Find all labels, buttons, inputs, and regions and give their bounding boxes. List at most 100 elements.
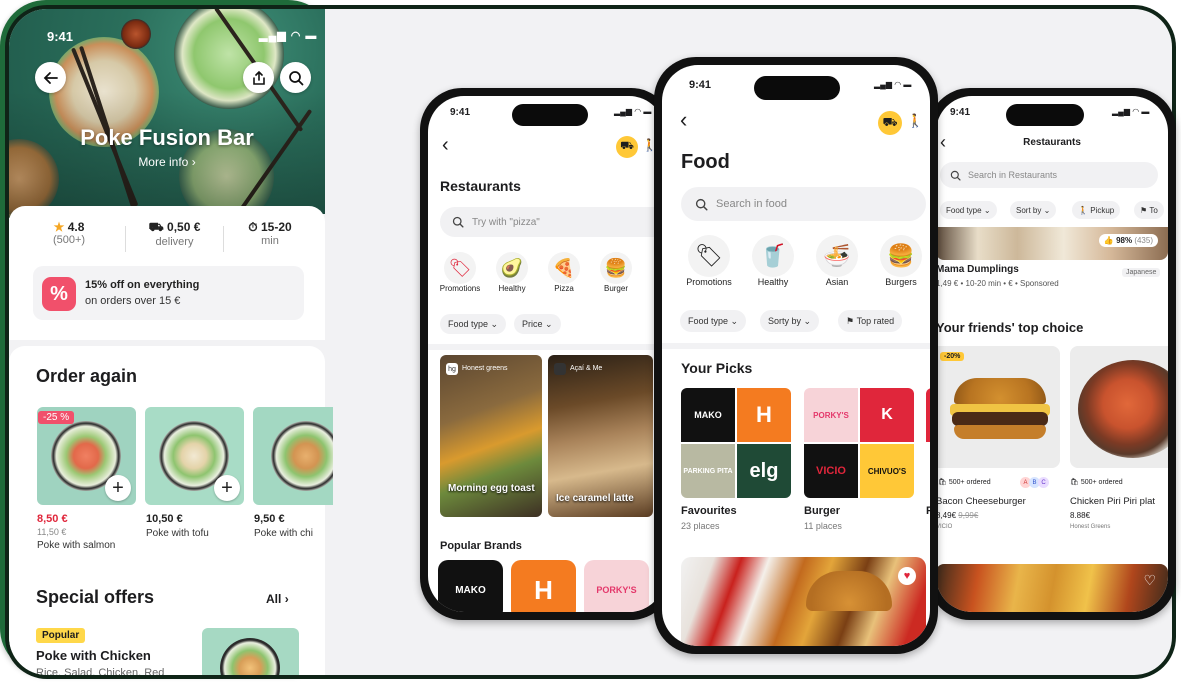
rating-count: (500+) bbox=[52, 234, 86, 246]
divider bbox=[125, 226, 126, 252]
order-item-image[interactable] bbox=[253, 407, 333, 505]
heart-icon[interactable]: ♡ bbox=[1143, 572, 1156, 589]
category-promotions[interactable]: 🏷 Promotions bbox=[680, 235, 738, 287]
discount-badge: -20% bbox=[940, 352, 965, 361]
back-button[interactable]: ‹ bbox=[680, 107, 687, 133]
restaurant-card[interactable]: hg Honest greens Morning egg toast bbox=[440, 355, 542, 517]
more-info-link[interactable]: More info › bbox=[9, 155, 325, 169]
rating-count: (435) bbox=[1134, 236, 1153, 245]
brand-tile-mako[interactable]: MAKO bbox=[438, 560, 503, 612]
divider bbox=[223, 226, 224, 252]
phone-restaurants-feed: 9:41 ▂▄▆ ◠ ▬ ‹ Restaurants Search in Res… bbox=[928, 88, 1176, 620]
item-price: 9,50 € bbox=[254, 513, 285, 525]
scooter-icon: ⛟ bbox=[882, 115, 898, 129]
filter-price[interactable]: Price ⌄ bbox=[514, 314, 561, 334]
status-icons: ▂▄▆ ◠ ▬ bbox=[1112, 107, 1150, 116]
brand-tile-mako: MAKO bbox=[681, 388, 735, 442]
search-icon bbox=[950, 170, 961, 181]
page-title: Restaurants bbox=[1023, 137, 1081, 148]
delivery-time-value: 15-20 bbox=[261, 220, 292, 234]
delivery-time-stat[interactable]: ⏱ 15-20 min bbox=[225, 220, 315, 247]
rating-stat[interactable]: ★ 4.8 (500+) bbox=[29, 220, 109, 246]
restaurant-banner-image[interactable]: ♡ bbox=[936, 564, 1168, 612]
filter-label: Sorty by bbox=[768, 316, 802, 326]
pickup-mode-toggle[interactable]: 🚶 bbox=[907, 113, 923, 129]
delivery-fee-label: delivery bbox=[155, 236, 194, 248]
filter-top-rated[interactable]: ⚑ Top rated bbox=[838, 310, 903, 332]
chevron-down-icon: ⌄ bbox=[803, 315, 812, 326]
delivery-fee-stat[interactable]: ⛟ 0,50 € delivery bbox=[127, 220, 222, 248]
brand-tile-vicio: VICIO bbox=[804, 444, 858, 498]
brand-tile-porkys[interactable]: PORKY'S bbox=[584, 560, 649, 612]
rating-badge: 👍 98% (435) bbox=[1098, 234, 1158, 247]
ordered-label: 500+ ordered bbox=[948, 479, 991, 486]
share-button[interactable] bbox=[243, 62, 274, 93]
search-input[interactable]: Search in food bbox=[681, 187, 926, 221]
old-price-value: 9,99€ bbox=[958, 511, 979, 520]
add-button[interactable]: + bbox=[105, 475, 131, 501]
back-button[interactable] bbox=[35, 62, 66, 93]
category-promotions[interactable]: 🏷 Promotions bbox=[438, 252, 482, 293]
chevron-down-icon: ⌄ bbox=[983, 205, 991, 215]
pick-collage-favourites[interactable]: MAKO H PARKING PITA elg bbox=[681, 388, 793, 500]
heart-icon[interactable]: ♥ bbox=[898, 567, 916, 585]
see-all-link[interactable]: All › bbox=[266, 592, 289, 606]
category-burger[interactable]: 🍔 Burger bbox=[594, 252, 638, 293]
menu-item-image[interactable] bbox=[1070, 346, 1168, 468]
status-time: 9:41 bbox=[450, 107, 471, 118]
filter-sort-by[interactable]: Sorty by ⌄ bbox=[760, 310, 820, 332]
popular-brands-title: Popular Brands bbox=[440, 540, 522, 552]
search-input[interactable]: Try with "pizza" bbox=[440, 207, 665, 237]
filter-pickup[interactable]: 🚶 Pickup bbox=[1072, 201, 1121, 219]
status-time: 9:41 bbox=[950, 107, 971, 118]
search-button[interactable] bbox=[280, 62, 311, 93]
brand-tile-porkys: PORKY'S bbox=[804, 388, 858, 442]
search-input[interactable]: Search in Restaurants bbox=[940, 162, 1158, 188]
price-value: 8,49€ bbox=[936, 511, 957, 520]
filter-food-type[interactable]: Food type ⌄ bbox=[440, 314, 507, 334]
filter-sort-by[interactable]: Sort by ⌄ bbox=[1010, 201, 1057, 219]
category-label: Promotions bbox=[686, 277, 732, 287]
category-asian[interactable]: 🍜 Asian bbox=[808, 235, 866, 287]
pick-collage-peek[interactable] bbox=[926, 388, 930, 442]
add-button[interactable]: + bbox=[214, 475, 240, 501]
back-button[interactable]: ‹ bbox=[442, 134, 449, 157]
filter-food-type[interactable]: Food type ⌄ bbox=[940, 201, 997, 219]
restaurant-card[interactable]: Açaí & Me Ice caramel latte bbox=[548, 355, 653, 517]
search-icon bbox=[288, 70, 303, 85]
menu-item-image[interactable] bbox=[936, 346, 1060, 468]
delivery-mode-toggle[interactable]: ⛟ bbox=[878, 111, 902, 135]
category-healthy[interactable]: 🥤 Healthy bbox=[744, 235, 802, 287]
rating-value: 4.8 bbox=[67, 220, 85, 234]
restaurant-banner-image[interactable]: ♥ bbox=[681, 557, 926, 646]
phone-food-category: 9:41 ▂▄▆ ◠ ▬ ‹ ⛟ 🚶 Food Search in food 🏷… bbox=[654, 57, 938, 654]
category-healthy[interactable]: 🥑 Healthy bbox=[490, 252, 534, 293]
ramen-icon: 🍜 bbox=[816, 235, 858, 277]
delivery-mode-toggle[interactable]: ⛟ bbox=[616, 136, 638, 158]
burger-bun-image bbox=[954, 425, 1046, 439]
filter-label: Top rated bbox=[856, 316, 895, 326]
pick-collage-burger[interactable]: PORKY'S K VICIO CHIVUO'S bbox=[804, 388, 916, 500]
page-title: Restaurants bbox=[440, 178, 521, 194]
search-placeholder: Search in food bbox=[716, 198, 787, 210]
featured-restaurant-image[interactable]: 👍 98% (435) bbox=[936, 227, 1168, 260]
pick-name: Favourites bbox=[681, 505, 737, 517]
category-burgers[interactable]: 🍔 Burgers bbox=[872, 235, 930, 287]
brand-tile-label: H bbox=[534, 574, 553, 605]
offer-item-name: Poke with Chicken bbox=[36, 648, 151, 663]
brand-name: Açaí & Me bbox=[570, 365, 603, 372]
pick-count: 11 places bbox=[804, 521, 842, 531]
delivery-time-label: min bbox=[261, 235, 279, 247]
promo-title: 15% off on everything bbox=[85, 279, 200, 291]
category-label: Burgers bbox=[885, 277, 917, 287]
filter-food-type[interactable]: Food type ⌄ bbox=[680, 310, 747, 332]
brand-logo-icon bbox=[554, 363, 566, 375]
brand-tile-h[interactable]: H bbox=[511, 560, 576, 612]
offer-item-image[interactable] bbox=[202, 628, 299, 675]
filter-top-rated[interactable]: ⚑ To bbox=[1134, 201, 1164, 219]
category-pizza[interactable]: 🍕 Pizza bbox=[542, 252, 586, 293]
category-label: Healthy bbox=[757, 277, 789, 287]
restaurants-screen: 9:41 ▂▄▆ ◠ ▬ ‹ ⛟ 🚶 Restaurants Try with … bbox=[428, 96, 665, 612]
promo-tag-icon: 🏷 bbox=[688, 235, 730, 277]
promo-banner[interactable]: % 15% off on everything on orders over 1… bbox=[33, 266, 304, 320]
